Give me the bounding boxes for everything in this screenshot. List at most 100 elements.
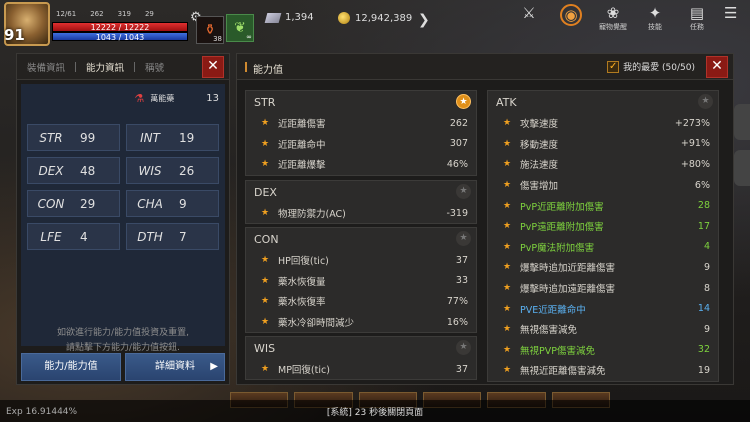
- stat-row: ★ 物理防禦力(AC) -319: [246, 203, 476, 224]
- coin-icon: [338, 12, 350, 24]
- star-icon[interactable]: ★: [500, 262, 514, 272]
- star-icon[interactable]: ★: [500, 221, 514, 231]
- checkbox-icon: ✓: [607, 60, 620, 73]
- crystal-icon: [264, 12, 282, 23]
- star-icon[interactable]: ★: [258, 159, 272, 169]
- section-title: ATK: [496, 96, 517, 109]
- star-icon[interactable]: ★: [500, 118, 514, 128]
- bottom-bar: Exp 16.91444% [系統] 23 秒後關閉頁面: [0, 400, 750, 422]
- star-icon[interactable]: ★: [258, 118, 272, 128]
- star-icon[interactable]: ★: [500, 283, 514, 293]
- section-dex: DEX ★ ★ 物理防禦力(AC) -319: [245, 180, 477, 224]
- ability-stats-area: ⚗ 萬能藥 13 STR 99 INT 19 DEX 48 WIS 26 CON 29 C…: [21, 84, 225, 353]
- detail-label: 詳細資料: [155, 361, 195, 372]
- favorites-label: 我的最愛 (50/50): [623, 63, 695, 73]
- skill-button[interactable]: ✦ 技能: [640, 4, 670, 32]
- star-icon[interactable]: ★: [500, 201, 514, 211]
- stat-row: ★ 藥水冷卻時間減少 16%: [246, 312, 476, 333]
- pet-icon: ❀: [606, 4, 620, 22]
- stat-row: ★ 無視PVP傷害減免 32: [488, 340, 718, 361]
- star-icon[interactable]: ★: [258, 364, 272, 374]
- dungeon-icon: ⚔: [522, 4, 536, 22]
- menu-icon[interactable]: ☰: [724, 4, 742, 22]
- star-icon[interactable]: ★: [500, 139, 514, 149]
- side-favorite-tab[interactable]: [734, 104, 750, 140]
- player-level: 91: [4, 26, 25, 44]
- stat-row: ★ 近距離爆擊 46%: [246, 154, 476, 175]
- star-icon[interactable]: ★: [456, 231, 471, 246]
- elixir-label: 萬能藥: [150, 94, 175, 103]
- stat-cell-cha: CHA 9: [126, 190, 219, 217]
- stat-row: ★ PvP魔法附加傷害 4: [488, 237, 718, 258]
- star-icon[interactable]: ★: [258, 296, 272, 306]
- star-icon[interactable]: ★: [500, 159, 514, 169]
- collection-button[interactable]: ◉: [556, 4, 586, 26]
- detail-button[interactable]: 詳細資料 ▶: [125, 353, 225, 381]
- section-title: WIS: [254, 342, 276, 355]
- star-icon[interactable]: ★: [456, 94, 471, 109]
- star-icon[interactable]: ★: [258, 317, 272, 327]
- close-button[interactable]: ✕: [706, 56, 728, 78]
- favorites-toggle[interactable]: ✓ 我的最愛 (50/50): [607, 60, 695, 73]
- close-icon: ✕: [207, 58, 219, 74]
- elixir-counter: ⚗ 萬能藥 13: [134, 92, 219, 105]
- leaf-icon: ❦: [234, 20, 246, 36]
- pet-button[interactable]: ❀ 寵物覺醒: [598, 4, 628, 32]
- star-icon[interactable]: ★: [500, 365, 514, 375]
- star-icon[interactable]: ★: [456, 340, 471, 355]
- ability-values-panel: 能力值 ✓ 我的最愛 (50/50) ✕ STR ★ ★ 近距離傷害 262 ★ 近距離…: [236, 53, 734, 385]
- skill-icon: ✦: [648, 4, 662, 22]
- star-icon[interactable]: ★: [500, 304, 514, 314]
- star-icon[interactable]: ★: [258, 208, 272, 218]
- stat-row: ★ 傷害增加 6%: [488, 175, 718, 196]
- panel-title: 能力值: [245, 61, 283, 76]
- stat-cell-str: STR 99: [27, 124, 120, 151]
- section-str: STR ★ ★ 近距離傷害 262 ★ 近距離命中 307 ★ 近距離爆擊 46%: [245, 90, 477, 176]
- panel-buttons: 能力/能力值 詳細資料 ▶: [21, 353, 225, 381]
- chevron-right-icon[interactable]: ❯: [418, 12, 430, 28]
- quest-button[interactable]: ▤ 任務: [682, 4, 712, 32]
- stat-cell-con: CON 29: [27, 190, 120, 217]
- elixir-value: 13: [206, 93, 219, 104]
- side-pause-tab[interactable]: [734, 150, 750, 186]
- info-tabs: 裝備資訊 能力資訊 稱號 ✕: [17, 54, 229, 80]
- skill-label: 技能: [648, 23, 662, 31]
- tab-equipment[interactable]: 裝備資訊: [17, 60, 75, 74]
- stat-cell-dth: DTH 7: [126, 223, 219, 250]
- collection-icon: ◉: [560, 4, 582, 26]
- mini-stat: 319: [117, 10, 131, 18]
- character-info-panel: 裝備資訊 能力資訊 稱號 ✕ ⚗ 萬能藥 13 STR 99 INT 19 DEX 4…: [16, 53, 230, 385]
- star-icon[interactable]: ★: [258, 276, 272, 286]
- ability-button[interactable]: 能力/能力值: [21, 353, 121, 381]
- stat-cell-wis: WIS 26: [126, 157, 219, 184]
- section-con: CON ★ ★ HP回復(tic) 37 ★ 藥水恢復量 33 ★ 藥水恢復率 77% ★ 藥水…: [245, 227, 477, 333]
- potion-slot[interactable]: ⚱ 38: [196, 16, 224, 44]
- stat-row: ★ PvP近距離附加傷害 28: [488, 195, 718, 216]
- quest-icon: ▤: [689, 4, 705, 22]
- tab-title[interactable]: 稱號: [135, 60, 174, 74]
- star-icon[interactable]: ★: [500, 180, 514, 190]
- star-icon[interactable]: ★: [258, 139, 272, 149]
- section-wis: WIS ★ ★ MP回復(tic) 37: [245, 336, 477, 380]
- hp-bar: 12222 / 12222: [52, 22, 188, 32]
- mp-bar: 1043 / 1043: [52, 32, 188, 42]
- star-icon[interactable]: ★: [500, 345, 514, 355]
- quest-label: 任務: [690, 23, 704, 31]
- star-icon[interactable]: ★: [456, 184, 471, 199]
- star-icon[interactable]: ★: [698, 94, 713, 109]
- stat-cell-dex: DEX 48: [27, 157, 120, 184]
- mini-stat: 29: [144, 10, 154, 18]
- panel-header: 能力值 ✓ 我的最愛 (50/50) ✕: [237, 54, 733, 80]
- pet-label: 寵物覺醒: [599, 23, 627, 31]
- stat-row: ★ HP回復(tic) 37: [246, 250, 476, 271]
- buff-slot[interactable]: ❦ ∞: [226, 14, 254, 42]
- dungeon-button[interactable]: ⚔: [514, 4, 544, 22]
- star-icon[interactable]: ★: [500, 242, 514, 252]
- star-icon[interactable]: ★: [258, 255, 272, 265]
- star-icon[interactable]: ★: [500, 324, 514, 334]
- hp-text: 12222 / 12222: [90, 23, 150, 32]
- close-button[interactable]: ✕: [202, 56, 224, 78]
- system-message: [系統] 23 秒後關閉頁面: [326, 408, 424, 418]
- tab-ability[interactable]: 能力資訊: [76, 60, 134, 74]
- stat-row: ★ PVE近距離命中 14: [488, 298, 718, 319]
